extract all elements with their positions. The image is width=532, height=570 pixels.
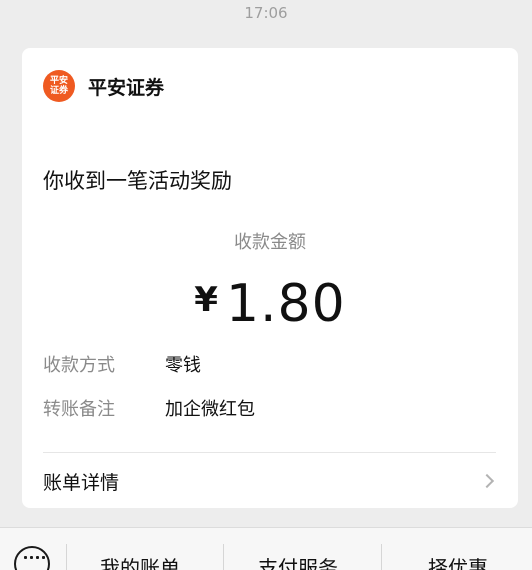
menu-separator xyxy=(66,544,67,570)
sender-name: 平安证券 xyxy=(88,76,165,99)
sender-header[interactable]: 平安证券 平安证券 xyxy=(43,70,164,102)
amount-value: 1.80 xyxy=(225,274,346,334)
menu-separator xyxy=(223,544,224,570)
sender-logo-text: 平安证券 xyxy=(49,76,68,96)
note-row: 转账备注 加企微红包 xyxy=(43,395,255,421)
menu-payment-services[interactable]: 支付服务 xyxy=(258,552,338,570)
chevron-right-icon xyxy=(479,473,495,489)
note-value: 加企微红包 xyxy=(165,399,255,420)
currency-symbol: ¥ xyxy=(194,280,218,320)
bottom-menu-bar: 我的账单 支付服务 择优惠 xyxy=(0,527,532,570)
sender-logo: 平安证券 xyxy=(43,70,75,102)
menu-my-bills[interactable]: 我的账单 xyxy=(100,552,180,570)
method-label: 收款方式 xyxy=(43,355,115,376)
status-time: 17:06 xyxy=(244,4,288,22)
method-row: 收款方式 零钱 xyxy=(43,351,201,377)
method-value: 零钱 xyxy=(165,355,201,376)
amount-display: ¥1.80 xyxy=(22,274,518,334)
notification-card: 平安证券 平安证券 你收到一笔活动奖励 收款金额 ¥1.80 收款方式 零钱 转… xyxy=(22,48,518,508)
bill-detail-link[interactable]: 账单详情 xyxy=(43,466,496,496)
message-headline: 你收到一笔活动奖励 xyxy=(43,169,232,193)
note-label: 转账备注 xyxy=(43,399,115,420)
divider xyxy=(43,452,496,453)
menu-separator xyxy=(381,544,382,570)
menu-offers[interactable]: 择优惠 xyxy=(428,552,488,570)
amount-label: 收款金额 xyxy=(234,232,306,253)
keyboard-icon[interactable] xyxy=(14,546,50,570)
bill-detail-label: 账单详情 xyxy=(43,471,120,494)
